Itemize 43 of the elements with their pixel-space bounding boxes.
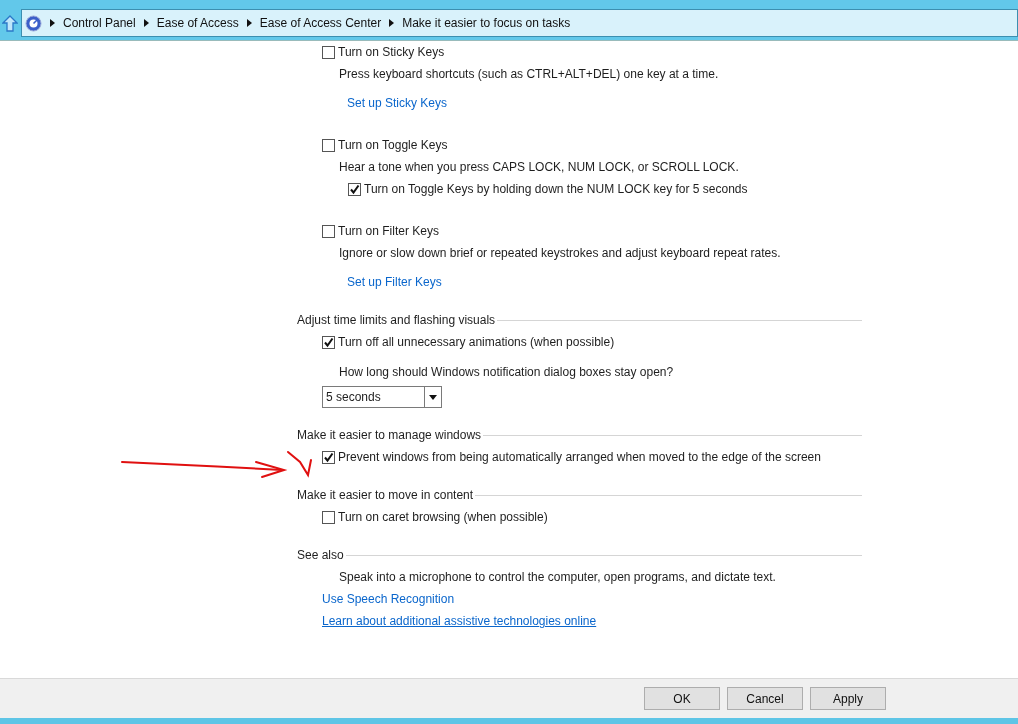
- checkbox[interactable]: [322, 510, 335, 524]
- control-panel-icon: [25, 14, 42, 32]
- description-text: Speak into a microphone to control the computer, open programs, and dictate text.: [339, 569, 776, 586]
- checkbox[interactable]: [322, 450, 335, 464]
- breadcrumb-item[interactable]: Ease of Access: [156, 14, 239, 32]
- section-heading: Make it easier to manage windows: [297, 427, 482, 444]
- dialog-button[interactable]: Apply: [810, 687, 886, 710]
- description-text: Press keyboard shortcuts (such as CTRL+ALT+DEL) one key at a time.: [339, 66, 719, 83]
- checkbox-label[interactable]: Turn on Filter Keys: [338, 222, 439, 240]
- chevron-icon[interactable]: [143, 19, 149, 27]
- checkbox[interactable]: [348, 182, 361, 196]
- dropdown-arrow-icon[interactable]: [429, 394, 437, 400]
- checkbox-label[interactable]: Turn on caret browsing (when possible): [338, 508, 548, 526]
- link[interactable]: Set up Filter Keys: [347, 273, 442, 291]
- description-text: Hear a tone when you press CAPS LOCK, NUM LOCK, or SCROLL LOCK.: [339, 159, 739, 176]
- link[interactable]: Learn about additional assistive technologies online: [322, 612, 597, 630]
- breadcrumb-item[interactable]: Control Panel: [63, 14, 136, 32]
- address-bar[interactable]: Control Panel Ease of Access Ease of Access Center Make it easier to focus on tasks: [21, 9, 1018, 37]
- section-heading: See also: [297, 547, 344, 564]
- link[interactable]: Use Speech Recognition: [322, 590, 455, 608]
- section-heading: Adjust time limits and flashing visuals: [297, 312, 496, 329]
- checkbox-label[interactable]: Turn on Sticky Keys: [338, 43, 445, 61]
- dialog-button[interactable]: Cancel: [727, 687, 803, 710]
- chevron-icon[interactable]: [50, 19, 55, 27]
- up-arrow-icon[interactable]: [2, 15, 18, 32]
- chevron-icon[interactable]: [389, 19, 395, 27]
- dialog-button[interactable]: OK: [644, 687, 720, 710]
- chevron-icon[interactable]: [246, 19, 252, 27]
- breadcrumb-item[interactable]: Make it easier to focus on tasks: [402, 14, 571, 32]
- breadcrumb-item[interactable]: Ease of Access Center: [259, 14, 382, 32]
- checkbox-label[interactable]: Prevent windows from being automatically arranged when moved to the edge of the screen: [338, 448, 821, 466]
- checkbox-label[interactable]: Turn on Toggle Keys: [338, 136, 448, 154]
- checkbox-label[interactable]: Turn on Toggle Keys by holding down the NUM LOCK key for 5 seconds: [364, 180, 748, 198]
- checkbox-label[interactable]: Turn off all unnecessary animations (when possible): [338, 333, 615, 351]
- link[interactable]: Set up Sticky Keys: [347, 94, 448, 112]
- description-text: How long should Windows notification dialog boxes stay open?: [339, 364, 674, 381]
- description-text: Ignore or slow down brief or repeated keystrokes and adjust keyboard repeat rates.: [339, 245, 781, 262]
- checkbox[interactable]: [322, 45, 335, 59]
- checkbox[interactable]: [322, 138, 335, 152]
- dropdown[interactable]: 5 seconds: [322, 386, 442, 408]
- section-heading: Make it easier to move in content: [297, 487, 474, 504]
- checkbox[interactable]: [322, 335, 335, 349]
- checkbox[interactable]: [322, 224, 335, 238]
